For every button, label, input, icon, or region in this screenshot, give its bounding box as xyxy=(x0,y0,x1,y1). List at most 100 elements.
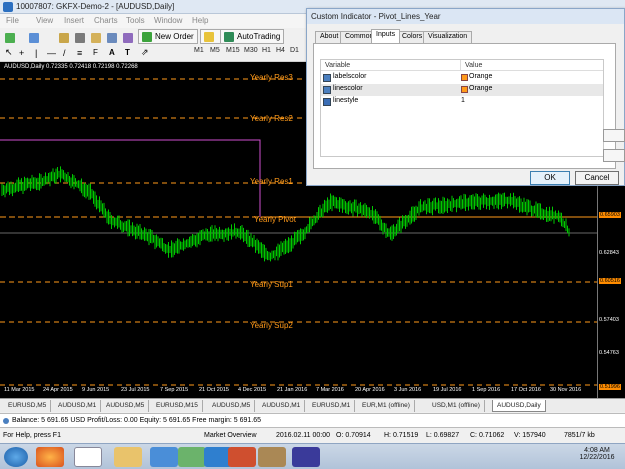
start-button[interactable] xyxy=(4,447,28,467)
timeframe-h4[interactable]: H4 xyxy=(276,47,285,54)
menu-view[interactable]: View xyxy=(36,16,53,25)
profiles-button[interactable] xyxy=(28,31,43,44)
timeframe-m30[interactable]: M30 xyxy=(244,47,258,54)
autotrading-button[interactable]: AutoTrading xyxy=(220,29,285,44)
chart-tab[interactable]: EUR,M1 (offline) xyxy=(358,400,415,412)
timeframe-m1[interactable]: M1 xyxy=(194,47,204,54)
input-row-linestyle[interactable]: linestyle 1 xyxy=(321,96,603,108)
cursor-tool[interactable]: ↖ xyxy=(4,46,14,59)
load-button[interactable] xyxy=(603,129,625,142)
new-chart-button[interactable] xyxy=(4,31,19,44)
text-icon: A xyxy=(109,48,115,57)
chart-tab[interactable]: USD,M1 (offline) xyxy=(428,400,485,412)
channel-tool[interactable]: ≡ xyxy=(76,46,83,59)
metatrader-taskbar-icon[interactable] xyxy=(74,447,102,467)
terminal-button[interactable] xyxy=(106,31,121,44)
input-name: linestyle xyxy=(333,97,359,104)
chart-tab[interactable]: AUDUSD,M5 xyxy=(102,400,150,412)
tab-inputs[interactable]: Inputs xyxy=(371,29,401,43)
status-profile[interactable]: Market Overview xyxy=(204,432,257,439)
menu-insert[interactable]: Insert xyxy=(64,16,84,25)
pivot-label-sup1: Yearly Sup1 xyxy=(250,280,293,289)
vertical-line-icon: | xyxy=(35,47,38,58)
horizontal-line-icon: — xyxy=(47,47,56,58)
timeframe-m15[interactable]: M15 xyxy=(226,47,240,54)
status-volume: V: 157940 xyxy=(514,432,546,439)
text-tool[interactable]: A xyxy=(108,46,116,59)
trendline-tool[interactable]: / xyxy=(62,46,67,59)
date-tick-label: 7 Mar 2016 xyxy=(316,387,344,393)
status-high: H: 0.71519 xyxy=(384,432,419,439)
vertical-line-tool[interactable]: | xyxy=(34,46,38,59)
arrows-icon: ⇗ xyxy=(141,47,149,57)
chart-tab[interactable]: AUDUSD,M1 xyxy=(258,400,306,412)
fibonacci-tool[interactable]: F xyxy=(92,46,99,59)
system-clock[interactable]: 4:08 AM 12/22/2016 xyxy=(572,447,622,461)
pivot-label-res2: Yearly Res2 xyxy=(250,114,293,123)
balance-text: Balance: 5 691.65 USD Profit/Loss: 0.00 … xyxy=(12,417,262,424)
ok-button[interactable]: OK xyxy=(530,171,570,185)
app-icon[interactable] xyxy=(178,447,206,467)
channel-icon: ≡ xyxy=(77,47,83,58)
timeframe-m5[interactable]: M5 xyxy=(210,47,220,54)
chart-tab[interactable]: AUDUSD,M1 xyxy=(54,400,102,412)
menu-window[interactable]: Window xyxy=(154,16,182,25)
balance-icon xyxy=(3,418,9,424)
timeframe-h1[interactable]: H1 xyxy=(262,47,271,54)
new-order-icon xyxy=(142,31,152,42)
date-tick-label: 20 Apr 2016 xyxy=(355,387,385,393)
app-icon[interactable] xyxy=(258,447,286,467)
firefox-icon[interactable] xyxy=(36,447,64,467)
chart-tab[interactable]: EURUSD,M15 xyxy=(152,400,203,412)
chrome-icon[interactable] xyxy=(150,447,178,467)
menu-charts[interactable]: Charts xyxy=(94,16,118,25)
new-order-button[interactable]: New Order xyxy=(138,29,198,44)
cursor-icon: ↖ xyxy=(5,47,13,57)
status-traffic: 7851/7 kb xyxy=(564,432,595,439)
menu-help[interactable]: Help xyxy=(192,16,208,25)
price-tick-label: 0.57403 xyxy=(599,317,619,324)
data-window-button[interactable] xyxy=(74,31,89,44)
date-tick-label: 21 Jan 2016 xyxy=(277,387,308,393)
price-tick-label: 0.62843 xyxy=(599,249,619,256)
input-name: linescolor xyxy=(333,85,363,92)
date-tick-label: 3 Jun 2016 xyxy=(394,387,422,393)
navigator-button[interactable] xyxy=(90,31,105,44)
date-tick-label: 30 Nov 2016 xyxy=(550,387,582,393)
menu-tools[interactable]: Tools xyxy=(126,16,145,25)
metaeditor-button[interactable] xyxy=(200,29,221,44)
dialog-title: Custom Indicator - Pivot_Lines_Year xyxy=(311,12,441,21)
timeframe-d1[interactable]: D1 xyxy=(290,47,299,54)
menu-file[interactable]: File xyxy=(6,16,19,25)
status-help: For Help, press F1 xyxy=(3,432,61,439)
horizontal-line-tool[interactable]: — xyxy=(46,46,57,59)
tester-button[interactable] xyxy=(122,31,137,44)
market-watch-button[interactable] xyxy=(58,31,73,44)
input-value[interactable]: 1 xyxy=(461,97,465,104)
input-value[interactable]: Orange xyxy=(469,73,492,80)
tab-visualization[interactable]: Visualization xyxy=(423,31,473,43)
app-icon[interactable] xyxy=(292,447,320,467)
chart-tab[interactable]: EURUSD,M5 xyxy=(4,400,52,412)
cancel-button[interactable]: Cancel xyxy=(575,171,619,185)
column-header-variable[interactable]: Variable xyxy=(321,60,461,71)
data-window-icon xyxy=(75,32,85,43)
app-icon[interactable] xyxy=(228,447,256,467)
input-row-labelscolor[interactable]: labelscolor Orange xyxy=(321,72,603,84)
input-row-linescolor[interactable]: linescolor Orange xyxy=(321,84,603,96)
chart-tab[interactable]: EURUSD,M1 xyxy=(308,400,356,412)
price-tick-label: 0.54763 xyxy=(599,349,619,356)
label-tool[interactable]: T xyxy=(124,46,131,59)
arrows-tool[interactable]: ⇗ xyxy=(140,46,150,59)
chart-tab[interactable]: AUDUSD,Daily xyxy=(492,400,546,412)
crosshair-tool[interactable]: + xyxy=(18,46,25,59)
column-header-value[interactable]: Value xyxy=(461,60,603,71)
input-value[interactable]: Orange xyxy=(469,85,492,92)
chart-tab[interactable]: AUDUSD,M5 xyxy=(208,400,256,412)
file-explorer-icon[interactable] xyxy=(114,447,142,467)
inputs-grid[interactable]: Variable Value labelscolor Orange linesc… xyxy=(320,59,604,157)
save-button[interactable] xyxy=(603,149,625,162)
status-open: O: 0.70914 xyxy=(336,432,371,439)
tester-icon xyxy=(123,32,133,43)
window-title: 10007807: GKFX-Demo-2 - [AUDUSD,Daily] xyxy=(16,2,175,11)
